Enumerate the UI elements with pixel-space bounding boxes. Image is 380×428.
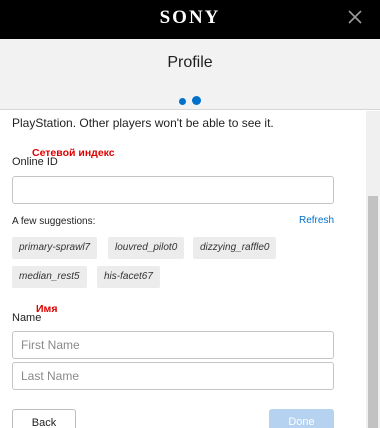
- online-id-input[interactable]: [12, 176, 334, 204]
- profile-header: Profile: [0, 39, 380, 110]
- refresh-link[interactable]: Refresh: [299, 215, 334, 226]
- online-id-label: Online ID: [12, 156, 58, 168]
- scrollbar-thumb[interactable]: [368, 196, 378, 428]
- suggestion-chip[interactable]: louvred_pilot0: [108, 237, 185, 259]
- close-icon[interactable]: [346, 8, 364, 26]
- last-name-input[interactable]: [12, 362, 334, 390]
- back-button[interactable]: Back: [12, 409, 76, 428]
- suggestions-label: A few suggestions:: [12, 216, 96, 227]
- suggestion-chip[interactable]: his-facet67: [97, 266, 160, 288]
- name-label: Name: [12, 312, 42, 324]
- first-name-input[interactable]: [12, 331, 334, 359]
- sony-logo: SONY: [159, 7, 221, 28]
- suggestion-chip[interactable]: dizzying_raffle0: [193, 237, 277, 259]
- suggestion-chip[interactable]: primary-sprawl7: [12, 237, 98, 259]
- intro-text: PlayStation. Other players won't be able…: [12, 116, 274, 130]
- step-indicator: [0, 92, 380, 110]
- profile-form: PlayStation. Other players won't be able…: [0, 111, 366, 428]
- suggestion-chip[interactable]: median_rest5: [12, 266, 87, 288]
- top-bar: SONY: [0, 0, 380, 39]
- step-dot-2: [192, 96, 202, 105]
- page-title: Profile: [167, 54, 213, 71]
- step-dot-1: [178, 98, 186, 105]
- done-button[interactable]: Done: [269, 409, 334, 428]
